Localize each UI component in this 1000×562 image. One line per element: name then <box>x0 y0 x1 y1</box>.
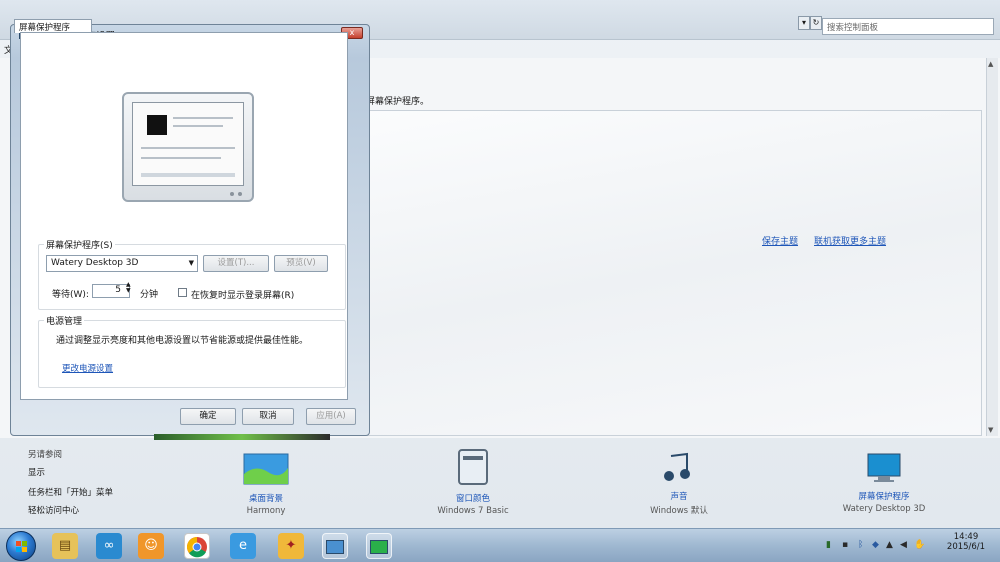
preview-line <box>141 147 235 149</box>
volume-icon[interactable]: ◀ <box>900 540 910 551</box>
scrollbar[interactable] <box>986 58 998 436</box>
search-input[interactable]: 搜索控制面板 <box>822 18 994 35</box>
preview-line <box>141 173 235 177</box>
spin-arrows-icon[interactable]: ▲ ▼ <box>126 282 131 294</box>
tile-sub: Windows 默认 <box>650 506 708 516</box>
window-color-icon <box>430 448 516 488</box>
start-button[interactable] <box>6 531 36 561</box>
see-also-display[interactable]: 显示 <box>28 466 45 478</box>
preview-power-icon <box>238 192 242 196</box>
tray-flag-icon[interactable]: ▪ <box>842 540 852 551</box>
see-also-ease-of-access[interactable]: 轻松访问中心 <box>28 504 79 516</box>
apply-button[interactable]: 应用(A) <box>306 408 356 425</box>
clock-time: 14:49 <box>953 532 979 542</box>
qq-browser-icon[interactable]: ☺ <box>138 533 164 559</box>
see-also-taskbar[interactable]: 任务栏和「开始」菜单 <box>28 486 113 498</box>
preview-button[interactable]: 预览(V) <box>274 255 328 272</box>
control-panel-icon <box>326 540 344 554</box>
network-tray-icon[interactable]: ▲ <box>886 540 896 551</box>
scroll-down-icon[interactable]: ▼ <box>988 426 993 434</box>
screensaver-select-value: Watery Desktop 3D <box>51 258 139 268</box>
tile-window-color[interactable]: 窗口颜色 Windows 7 Basic <box>430 448 516 516</box>
tile-label: 屏幕保护程序 <box>858 492 910 502</box>
sound-icon <box>640 452 718 486</box>
wait-label: 等待(W): <box>52 290 89 300</box>
preview-line <box>173 125 223 127</box>
tile-sub: Harmony <box>246 506 286 516</box>
preview-power-icon <box>230 192 234 196</box>
settings-button[interactable]: 设置(T)... <box>203 255 269 272</box>
cancel-button[interactable]: 取消 <box>242 408 294 425</box>
tile-sound[interactable]: 声音 Windows 默认 <box>640 452 718 516</box>
app-icon[interactable]: ✦ <box>278 533 304 559</box>
power-group <box>38 320 346 388</box>
preview-monitor <box>122 92 254 202</box>
minutes-label: 分钟 <box>140 290 159 300</box>
color-strip <box>154 434 330 440</box>
preview-black <box>147 115 167 135</box>
chrome-icon[interactable] <box>184 533 210 559</box>
screensaver-select[interactable]: Watery Desktop 3D ▼ <box>46 255 198 272</box>
tile-sub: Windows 7 Basic <box>437 506 509 516</box>
tile-sub: Watery Desktop 3D <box>842 504 926 514</box>
save-theme-link[interactable]: 保存主题 <box>762 234 798 247</box>
control-panel-taskbar-icon[interactable] <box>322 533 348 559</box>
scroll-up-icon[interactable]: ▲ <box>988 60 993 68</box>
ok-button[interactable]: 确定 <box>180 408 236 425</box>
tile-label: 声音 <box>670 492 688 502</box>
shield-icon[interactable]: ◆ <box>872 540 882 551</box>
more-themes-link[interactable]: 联机获取更多主题 <box>814 234 886 247</box>
wait-value: 5 <box>115 285 121 295</box>
explorer-icon[interactable]: ▤ <box>52 533 78 559</box>
clock[interactable]: 14:49 2015/6/1 <box>936 532 996 552</box>
screensaver-group-label: 屏幕保护程序(S) <box>44 238 115 251</box>
change-power-settings-link[interactable]: 更改电源设置 <box>62 362 113 374</box>
chevron-down-icon: ▼ <box>188 259 194 267</box>
taskbar: ▤ ∞ ☺ e ✦ ▮ ▪ ᛒ ◆ ▲ ◀ ✋ <box>0 528 1000 562</box>
resume-checkbox-label: 在恢复时显示登录屏幕(R) <box>191 291 295 301</box>
tray-battery-icon[interactable]: ▮ <box>826 540 836 551</box>
tile-screensaver[interactable]: 屏幕保护程序 Watery Desktop 3D <box>836 452 932 514</box>
windows-logo-icon <box>16 541 27 552</box>
resume-checkbox[interactable] <box>178 288 187 297</box>
preview-screen <box>132 102 244 186</box>
hand-icon[interactable]: ✋ <box>914 540 925 551</box>
see-also-heading: 另请参阅 <box>28 450 63 460</box>
screensaver-window-icon <box>370 540 388 554</box>
page-description: 屏幕保护程序。 <box>366 97 430 107</box>
tile-label: 桌面背景 <box>248 494 283 504</box>
theme-list[interactable] <box>360 110 982 436</box>
bluetooth-icon[interactable]: ᛒ <box>858 540 868 551</box>
screensaver-icon <box>836 452 932 486</box>
screensaver-taskbar-icon[interactable] <box>366 533 392 559</box>
network-icon[interactable]: ∞ <box>96 533 122 559</box>
wait-minutes-input[interactable]: 5 <box>92 284 130 298</box>
preview-line <box>141 157 221 159</box>
tile-desktop-background[interactable]: 桌面背景 Harmony <box>230 452 302 516</box>
clock-date: 2015/6/1 <box>946 542 986 552</box>
power-description: 通过调整显示亮度和其他电源设置以节省能源或提供最佳性能。 <box>56 336 309 346</box>
desktop-background-icon <box>230 452 302 488</box>
refresh-icon[interactable]: ↻ <box>810 16 822 30</box>
preview-line <box>173 117 233 119</box>
tile-label: 窗口颜色 <box>455 494 490 504</box>
power-group-label: 电源管理 <box>44 314 85 327</box>
tab-screensaver[interactable]: 屏幕保护程序 <box>14 19 92 33</box>
ie-icon[interactable]: e <box>230 533 256 559</box>
dropdown-arrow-icon[interactable]: ▾ <box>798 16 810 30</box>
